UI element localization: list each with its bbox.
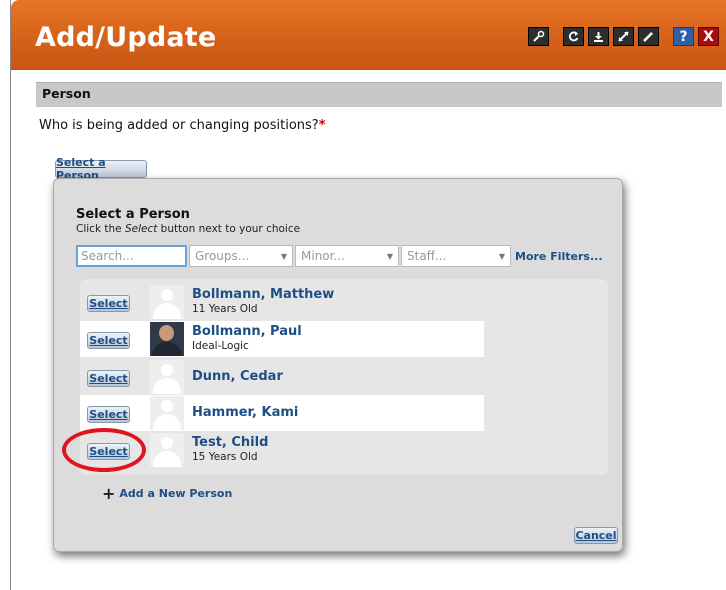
window-title: Add/Update	[35, 22, 217, 53]
person-name[interactable]: Bollmann, Paul	[192, 324, 302, 339]
question-text: Who is being added or changing positions…	[39, 118, 319, 133]
groups-dropdown[interactable]: Groups... ▼	[189, 245, 293, 267]
search-input[interactable]: Search...	[76, 245, 187, 267]
chevron-down-icon: ▼	[386, 251, 393, 261]
chevron-down-icon: ▼	[280, 251, 287, 261]
dialog-title: Select a Person	[76, 207, 190, 222]
close-icon[interactable]: X	[698, 27, 719, 46]
title-bar: Add/Update ? X	[11, 0, 726, 70]
question-label: Who is being added or changing positions…	[39, 118, 326, 133]
person-name[interactable]: Dunn, Cedar	[192, 369, 283, 384]
plus-icon: +	[102, 484, 116, 503]
section-header: Person	[36, 82, 722, 107]
person-detail: 15 Years Old	[192, 451, 258, 463]
chevron-down-icon: ▼	[498, 251, 505, 261]
person-name[interactable]: Bollmann, Matthew	[192, 287, 334, 302]
select-a-person-button[interactable]: Select a Person	[55, 156, 147, 182]
refresh-icon[interactable]	[563, 27, 584, 46]
list-item: Select Bollmann, Matthew 11 Years Old	[80, 284, 484, 320]
avatar	[150, 322, 184, 356]
person-list: Select Bollmann, Matthew 11 Years Old Se…	[80, 279, 608, 475]
select-button[interactable]: Select	[87, 406, 130, 423]
select-person-dialog: Select a Person Click the Select button …	[53, 178, 623, 552]
person-detail: Ideal-Logic	[192, 340, 249, 352]
avatar	[150, 360, 184, 394]
wrench-icon[interactable]	[528, 27, 549, 46]
help-icon[interactable]: ?	[673, 27, 694, 46]
person-name[interactable]: Hammer, Kami	[192, 405, 298, 420]
filter-bar: Search... Groups... ▼ Minor... ▼ Staff... ▼…	[76, 245, 603, 267]
person-name[interactable]: Test, Child	[192, 435, 268, 450]
list-item: Select Dunn, Cedar	[80, 359, 484, 395]
add-new-person-link[interactable]: + Add a New Person	[102, 484, 232, 503]
add-update-window: Add/Update ? X Person Who is being added…	[10, 0, 726, 590]
more-filters-link[interactable]: More Filters...	[515, 250, 603, 263]
cancel-button[interactable]: Cancel	[574, 527, 618, 544]
list-item: Select Hammer, Kami	[80, 395, 484, 431]
staff-dropdown[interactable]: Staff... ▼	[401, 245, 511, 267]
select-button[interactable]: Select	[87, 332, 130, 349]
select-button[interactable]: Select	[87, 295, 130, 312]
select-button[interactable]: Select	[87, 370, 130, 387]
add-new-person-label: Add a New Person	[119, 487, 233, 500]
edit-icon[interactable]	[638, 27, 659, 46]
minor-dropdown[interactable]: Minor... ▼	[295, 245, 399, 267]
avatar	[150, 396, 184, 430]
avatar	[150, 433, 184, 467]
title-bar-buttons: ? X	[528, 27, 719, 46]
required-marker: *	[318, 118, 326, 133]
dialog-subtitle: Click the Select button next to your cho…	[76, 223, 301, 235]
download-icon[interactable]	[588, 27, 609, 46]
section-title: Person	[42, 86, 91, 101]
expand-icon[interactable]	[613, 27, 634, 46]
avatar	[150, 285, 184, 319]
person-detail: 11 Years Old	[192, 303, 258, 315]
list-item: Select Bollmann, Paul Ideal-Logic	[80, 321, 484, 357]
highlight-circle	[62, 428, 146, 472]
